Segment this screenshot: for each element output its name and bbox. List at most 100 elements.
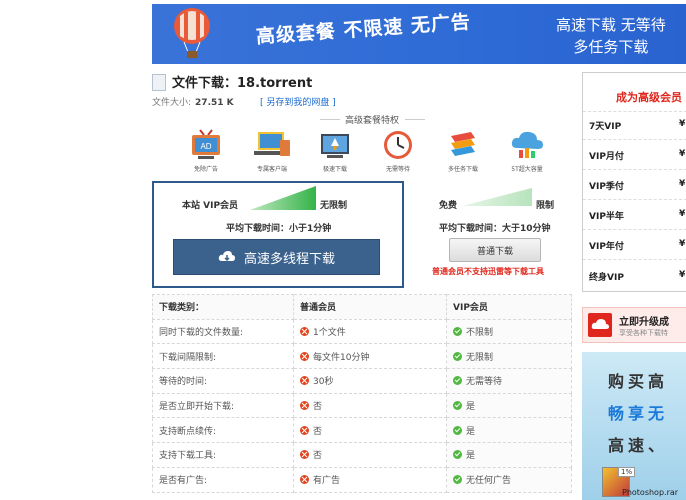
tv-ad-icon: AD (186, 128, 226, 162)
cross-icon (300, 327, 309, 337)
normal-download-button[interactable]: 普通下载 (449, 238, 541, 262)
plan-price: ¥ (679, 270, 686, 280)
divider (583, 259, 686, 261)
vip-value: 无需等待 (466, 377, 503, 388)
free-avg-time: 平均下载时间：大于10分钟 (439, 224, 551, 234)
check-icon (453, 376, 462, 386)
free-speed-ramp (462, 188, 532, 206)
divider (320, 119, 340, 120)
normal-member-warning: 普通会员不支持迅雷等下载工具 (432, 267, 544, 276)
normal-value: 否 (313, 426, 323, 437)
cross-icon (300, 425, 309, 435)
download-button-label: 高速多线程下载 (243, 251, 335, 267)
plan-quarterly[interactable]: VIP季付 ¥ (589, 179, 686, 192)
feature-no-wait: 无需等待 (363, 128, 433, 173)
row-label: 支持下载工具: (152, 442, 294, 468)
feature-fast: 极速下载 (300, 128, 370, 173)
feature-no-ads: AD 免除广告 (171, 128, 241, 173)
banner-right-line-1: 高速下载 无等待 (556, 16, 666, 34)
plan-yearly[interactable]: VIP年付 ¥ (589, 239, 686, 252)
row-label: 等待的时间: (152, 368, 294, 394)
devices-icon (252, 128, 292, 162)
vip-value: 是 (466, 402, 476, 413)
ad-percent-badge: 1% (618, 467, 636, 477)
file-icon (152, 74, 166, 91)
plan-name: VIP月付 (589, 152, 624, 162)
free-limited-label: 限制 (536, 201, 555, 211)
svg-text:AD: AD (200, 142, 211, 151)
save-to-netdisk-link[interactable]: [ 另存到我的网盘 ] (260, 95, 336, 108)
plan-lifetime[interactable]: 终身VIP ¥ (589, 270, 686, 283)
header-vip: VIP会员 (446, 294, 572, 320)
table-header-row: 下载类别： 普通会员 VIP会员 (152, 294, 572, 320)
plan-price: ¥ (679, 119, 686, 129)
plan-price: ¥ (679, 149, 686, 159)
vip-value: 不限制 (466, 328, 494, 339)
ad-line-3: 高速、 (608, 436, 669, 455)
upgrade-subtitle: 享受各种下载特 (619, 329, 668, 337)
banner-promo-text: 高级套餐 不限速 无广告 (255, 11, 472, 48)
plan-price: ¥ (679, 239, 686, 249)
file-title: 文件下载：18.torrent (172, 76, 313, 91)
rocket-icon (315, 128, 355, 162)
feature-multitask: 多任务下载 (428, 128, 498, 173)
plan-monthly[interactable]: VIP月付 ¥ (589, 149, 686, 162)
comparison-table: 下载类别： 普通会员 VIP会员 同时下载的文件数量: 1个文件 不限制 下载间… (152, 294, 572, 493)
banner-right-text: 高速下载 无等待 多任务下载 (556, 14, 666, 58)
table-row: 支持下载工具: 否 是 (152, 442, 572, 468)
cross-icon (300, 450, 309, 460)
divider (583, 229, 686, 231)
plan-halfyear[interactable]: VIP半年 ¥ (589, 209, 686, 222)
plan-name: 7天VIP (589, 122, 622, 132)
vip-unlimited-label: 无限制 (320, 201, 348, 211)
vip-value: 是 (466, 426, 476, 437)
file-size: 文件大小: 27.51 K (152, 95, 234, 108)
table-row: 下载间隔限制: 每文件10分钟 无限制 (152, 343, 572, 370)
table-row: 支持断点续传: 否 是 (152, 417, 572, 444)
clock-icon (378, 128, 418, 162)
feature-label: 多任务下载 (447, 166, 478, 173)
cross-icon (300, 351, 309, 361)
normal-value: 否 (313, 402, 323, 413)
normal-value: 否 (313, 451, 323, 462)
row-label: 支持断点续传: (152, 417, 294, 444)
normal-value: 每文件10分钟 (313, 352, 370, 363)
side-ad-banner[interactable]: 购买高 畅享无 高速、 1% Photoshop.rar (582, 352, 686, 500)
feature-label: 极速下载 (322, 166, 347, 173)
ad-line-2: 畅享无 (608, 404, 669, 423)
high-speed-download-button[interactable]: 高速多线程下载 (173, 239, 380, 275)
feature-label: 专属客户端 (256, 166, 287, 173)
vip-member-label: 本站 VIP会员 (182, 201, 239, 211)
file-size-value: 27.51 K (195, 98, 234, 108)
cloud-storage-icon (507, 128, 547, 162)
plan-7day[interactable]: 7天VIP ¥ (589, 119, 686, 132)
table-row: 同时下载的文件数量: 1个文件 不限制 (152, 318, 572, 345)
divider (583, 111, 686, 113)
check-icon (453, 351, 462, 361)
feature-label: 免除广告 (193, 166, 218, 173)
divider (583, 199, 686, 201)
vip-speed-ramp (250, 186, 316, 210)
banner-right-line-2: 多任务下载 (573, 38, 649, 56)
ad-line-1: 购买高 (608, 372, 669, 391)
upgrade-icon (588, 313, 612, 337)
file-size-label: 文件大小: (152, 98, 192, 108)
feature-client: 专属客户端 (237, 128, 307, 173)
plan-name: 终身VIP (589, 273, 624, 283)
upgrade-now-button[interactable]: 立即升级成 享受各种下载特 (582, 307, 686, 343)
features-title: 高级套餐特权 (345, 116, 400, 126)
row-label: 是否有广告: (152, 466, 294, 493)
normal-value: 30秒 (313, 377, 334, 388)
check-icon (453, 327, 462, 337)
plan-name: VIP半年 (589, 212, 624, 222)
feature-storage: 5T超大容量 (492, 128, 562, 173)
cross-icon (300, 475, 309, 485)
top-banner-ad[interactable]: 高级套餐 不限速 无广告 高速下载 无等待 多任务下载 (152, 4, 686, 64)
feature-label: 5T超大容量 (511, 166, 543, 173)
divider (583, 169, 686, 171)
vip-value: 无限制 (466, 352, 494, 363)
check-icon (453, 425, 462, 435)
row-label: 下载间隔限制: (152, 343, 294, 370)
cloud-download-icon (218, 251, 235, 262)
cross-icon (300, 376, 309, 386)
